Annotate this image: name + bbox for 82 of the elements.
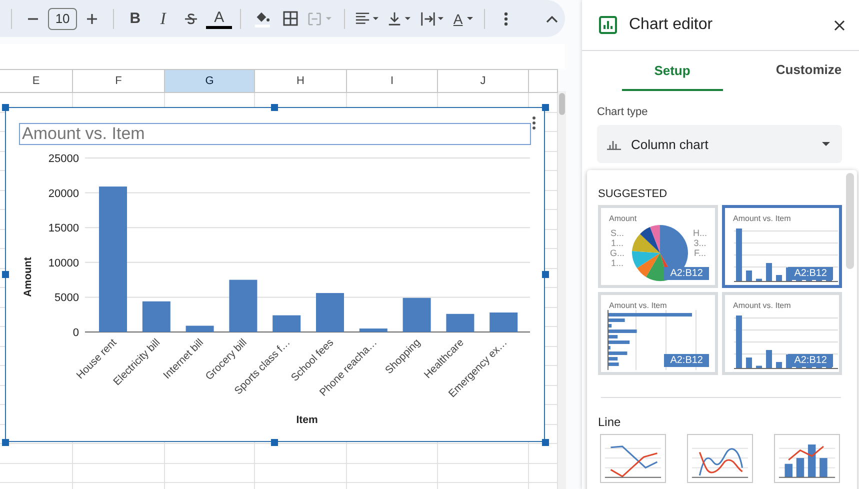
bar xyxy=(359,328,388,332)
borders-icon xyxy=(283,11,298,26)
range-badge: A2:B12 xyxy=(788,354,833,367)
bar xyxy=(490,312,518,332)
chart-suggestion[interactable]: Amount vs. Item A2:B12 xyxy=(598,292,718,375)
resize-handle[interactable] xyxy=(542,439,549,446)
pie-label: 1... xyxy=(610,238,625,248)
thumbnail-title: Amount vs. Item xyxy=(733,301,791,310)
pie-label: 3... xyxy=(692,238,707,248)
y-axis-title: Amount xyxy=(22,257,34,297)
scrollbar-thumb[interactable] xyxy=(559,93,565,115)
chart-suggestion[interactable]: Amount vs. Item A2:B12 xyxy=(722,292,842,375)
range-badge: A2:B12 xyxy=(664,267,709,280)
tab[interactable]: Customize xyxy=(758,51,859,87)
column-chart-icon xyxy=(607,138,621,150)
resize-handle[interactable] xyxy=(542,271,549,278)
thumbnail-title: Amount vs. Item xyxy=(733,214,791,223)
pie-label: G... xyxy=(610,248,625,258)
resize-handle[interactable] xyxy=(2,271,9,278)
resize-handle[interactable] xyxy=(2,439,9,446)
thumbnail-title: Amount xyxy=(609,214,637,223)
panel-title: Chart editor xyxy=(629,16,714,34)
chart-title-field[interactable]: Amount vs. Item xyxy=(19,123,531,145)
chart-type-dropdown[interactable]: Column chart xyxy=(597,125,842,163)
italic-button[interactable]: I xyxy=(150,6,176,32)
font-size-field[interactable]: 10 xyxy=(48,8,78,30)
chart-suggestion[interactable]: Amount vs. Item A2:B12 xyxy=(722,205,842,288)
bar xyxy=(186,326,214,332)
bar xyxy=(272,315,301,332)
close-icon[interactable] xyxy=(834,20,845,30)
range-badge: A2:B12 xyxy=(664,354,709,367)
chart-type-option[interactable] xyxy=(687,434,753,483)
tab[interactable]: Setup xyxy=(622,51,722,91)
thumbnail-title: Amount vs. Item xyxy=(609,301,667,310)
text-wrap-icon xyxy=(420,10,446,26)
plus-icon xyxy=(86,12,98,24)
y-axis-label: 15000 xyxy=(48,222,79,235)
bar xyxy=(229,280,258,332)
y-axis-label: 0 xyxy=(72,327,79,339)
resize-handle[interactable] xyxy=(271,439,278,446)
bold-button[interactable]: B xyxy=(122,6,148,32)
bar xyxy=(316,293,344,332)
y-axis-label: 5000 xyxy=(54,292,79,304)
chart-icon xyxy=(599,16,617,34)
x-axis-title: Item xyxy=(296,414,318,426)
align-left-icon xyxy=(355,10,382,26)
range-badge: A2:B12 xyxy=(788,267,833,280)
merge-icon xyxy=(308,10,334,26)
column-header[interactable]: I xyxy=(347,70,438,92)
more-icon[interactable] xyxy=(532,116,536,130)
column-header[interactable]: E xyxy=(0,70,73,92)
section-heading: SUGGESTED xyxy=(598,188,668,200)
y-axis-label: 10000 xyxy=(48,257,79,270)
strikethrough-icon xyxy=(183,10,200,26)
column-header[interactable]: G xyxy=(165,70,255,92)
column-header[interactable]: J xyxy=(438,70,529,92)
text-color-button[interactable]: A xyxy=(206,8,232,28)
caret-icon xyxy=(822,142,830,146)
section-heading: Line xyxy=(598,415,622,429)
bar xyxy=(142,301,170,332)
bar xyxy=(402,298,431,332)
chevron-up-icon xyxy=(546,14,558,22)
text-rotation-button[interactable]: A xyxy=(450,6,476,32)
column-header[interactable]: H xyxy=(255,70,347,92)
resize-handle[interactable] xyxy=(542,104,549,111)
resize-handle[interactable] xyxy=(271,104,278,111)
chart-type-option[interactable] xyxy=(774,434,840,483)
pie-label: 1... xyxy=(610,258,625,268)
more-icon xyxy=(504,12,508,26)
chart-type-label: Chart type xyxy=(597,106,649,118)
y-axis-label: 25000 xyxy=(48,153,79,165)
chart-type-option[interactable] xyxy=(600,434,666,483)
resize-handle[interactable] xyxy=(2,104,9,111)
caret-icon xyxy=(466,17,473,20)
bar xyxy=(446,314,474,332)
pie-label: H... xyxy=(692,228,707,238)
pie-label: S... xyxy=(610,228,625,238)
scrollbar-thumb[interactable] xyxy=(846,173,854,269)
pie-label: F... xyxy=(692,248,707,258)
paint-bucket-icon xyxy=(253,10,272,28)
chart-suggestion[interactable]: Amount S... 1... G... 1... H... 3... F... A2:B12 xyxy=(598,205,718,288)
y-axis-label: 20000 xyxy=(48,188,79,200)
